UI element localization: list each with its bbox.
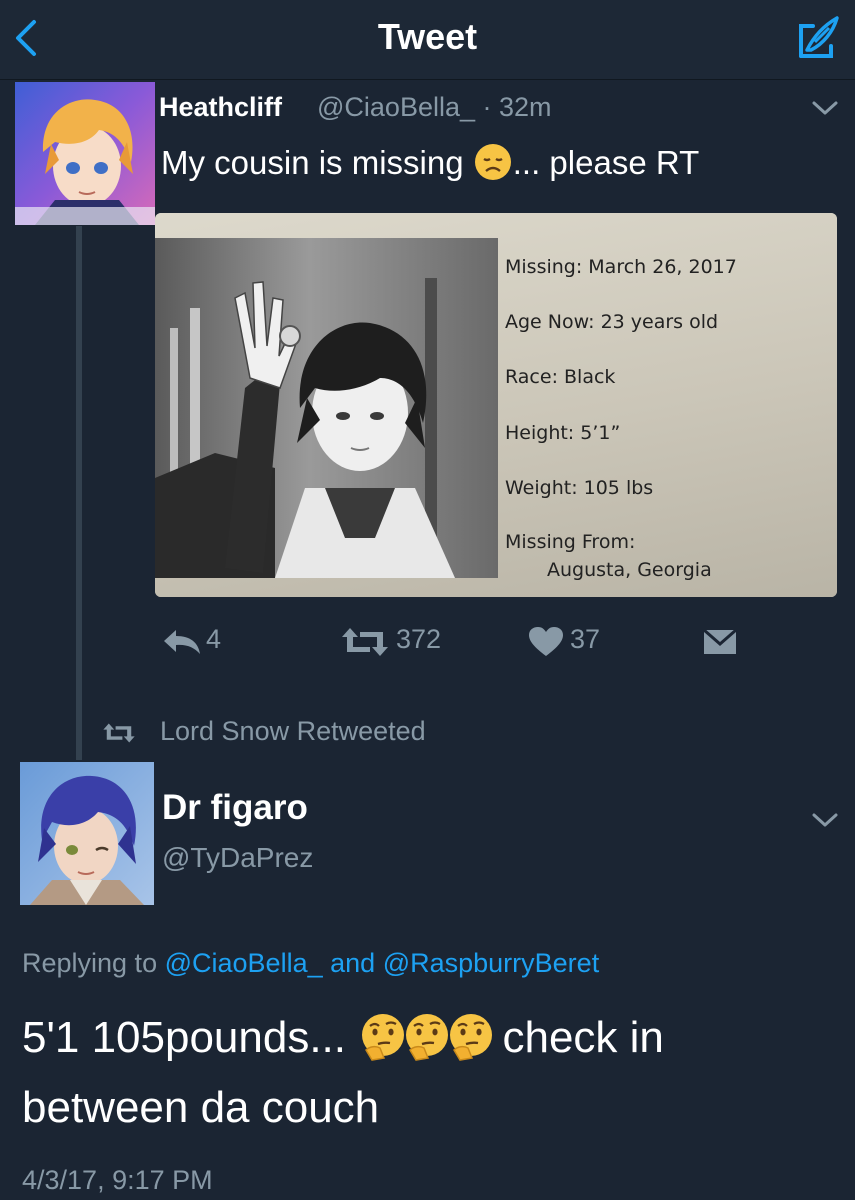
avatar-image — [15, 82, 155, 225]
poster-missing-from-value: Augusta, Georgia — [547, 559, 712, 581]
retweet-count: 372 — [396, 624, 442, 654]
like-count: 37 — [570, 624, 601, 654]
author-handle[interactable]: @TyDaPrez — [162, 842, 313, 874]
poster-age: Age Now: 23 years old — [505, 311, 719, 333]
compose-button[interactable] — [791, 12, 843, 64]
retweet-icon[interactable] — [340, 626, 390, 658]
avatar-image — [20, 762, 154, 905]
mention-link[interactable]: @RaspburryBeret — [383, 948, 600, 978]
tweet-time: · 32m — [482, 92, 552, 122]
tweet-text-before: My cousin is missing — [161, 144, 464, 181]
reply-count: 4 — [206, 624, 222, 654]
chevron-down-icon[interactable] — [810, 810, 840, 830]
direct-message-icon[interactable] — [702, 628, 738, 656]
poster-missing-from-label: Missing From: — [505, 531, 636, 553]
tweet-text: 5'1 105pounds... check in between da cou… — [22, 1003, 842, 1143]
tweet-text: My cousin is missing ... please RT — [161, 142, 699, 182]
poster-race: Race: Black — [505, 366, 616, 388]
tweet-text-after: ... please RT — [512, 144, 700, 181]
poster-height: Height: 5’1” — [505, 422, 621, 444]
author-handle[interactable]: @CiaoBella_ — [317, 92, 475, 122]
chevron-down-icon[interactable] — [810, 98, 840, 118]
author-name[interactable]: Heathcliff — [159, 92, 282, 123]
top-bar: Tweet — [0, 0, 855, 80]
poster-missing-date: Missing: March 26, 2017 — [505, 256, 737, 278]
tweet-media[interactable]: Missing: March 26, 2017 Age Now: 23 year… — [155, 213, 837, 597]
author-meta: @CiaoBella_ · 32m — [317, 92, 552, 123]
replying-to: Replying to @CiaoBella_ and @RaspburryBe… — [22, 948, 599, 979]
poster-photo — [155, 238, 498, 578]
retweet-icon — [103, 723, 135, 743]
page-title: Tweet — [377, 16, 478, 57]
tweet-timestamp: 4/3/17, 9:17 PM — [22, 1165, 213, 1195]
thread-line — [76, 226, 82, 760]
avatar[interactable] — [15, 82, 155, 225]
compose-icon — [799, 16, 839, 58]
tweet-text-before: 5'1 105pounds... — [22, 1013, 347, 1062]
mention-link[interactable]: @CiaoBella_ — [165, 948, 323, 978]
replying-and[interactable]: and — [330, 948, 375, 978]
author-name[interactable]: Dr figaro — [162, 788, 308, 828]
poster-weight: Weight: 105 lbs — [505, 477, 654, 499]
thinking-face-icon — [362, 1014, 405, 1061]
thinking-face-icon — [406, 1014, 449, 1061]
avatar[interactable] — [20, 762, 154, 905]
thinking-face-icon — [450, 1014, 493, 1061]
disappointed-face-icon — [474, 144, 511, 180]
retweeted-by[interactable]: Lord Snow Retweeted — [160, 716, 426, 747]
replying-prefix: Replying to — [22, 948, 158, 978]
reply-icon[interactable] — [162, 628, 204, 656]
heart-icon[interactable] — [528, 626, 564, 658]
